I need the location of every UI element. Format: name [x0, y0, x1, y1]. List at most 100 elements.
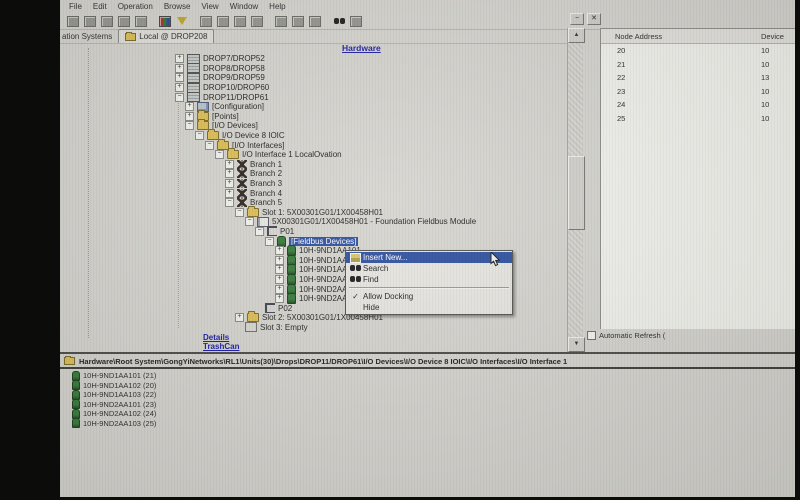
tree-row[interactable]: −DROP11/DROP61	[60, 92, 565, 102]
expand-toggle-icon[interactable]: −	[235, 208, 244, 217]
trashcan-link[interactable]: TrashCan	[60, 342, 565, 352]
bottom-device-item[interactable]: 10H-9ND2AA102 (24)	[72, 409, 156, 419]
expand-toggle-icon[interactable]: +	[175, 54, 184, 63]
expand-toggle-icon[interactable]: −	[185, 121, 194, 130]
context-menu-item-hide[interactable]: Hide	[346, 302, 512, 313]
auto-refresh-checkbox[interactable]	[587, 331, 596, 340]
tree-row[interactable]: −P01	[60, 227, 565, 237]
tree-row[interactable]: −[I/O Interfaces]	[60, 140, 565, 150]
node-table-row[interactable]: 2213	[601, 71, 795, 85]
clipboard-button[interactable]	[233, 15, 247, 28]
tree-row[interactable]: −Branch 5	[60, 198, 565, 208]
expand-toggle-icon[interactable]: −	[215, 150, 224, 159]
tree-row[interactable]: +Branch 3	[60, 179, 565, 189]
menu-help[interactable]: Help	[269, 2, 285, 11]
context-menu-item-search[interactable]: Search	[346, 263, 512, 274]
bottom-device-item[interactable]: 10H-9ND1AA101 (21)	[72, 371, 156, 381]
paste-button[interactable]	[134, 15, 148, 28]
tree-row[interactable]: +DROP8/DROP58	[60, 64, 565, 74]
pin-button[interactable]	[349, 15, 363, 28]
tree-row[interactable]: +Branch 4	[60, 188, 565, 198]
col-node-address[interactable]: Node Address	[601, 32, 761, 41]
expand-toggle-icon[interactable]: +	[175, 64, 184, 73]
expand-toggle-icon[interactable]: +	[225, 189, 234, 198]
node-table-row[interactable]: 2010	[601, 44, 795, 58]
expand-toggle-icon[interactable]: −	[245, 217, 254, 226]
tree-row[interactable]: +[Points]	[60, 112, 565, 122]
tree-row[interactable]: −I/O Device 8 IOIC	[60, 131, 565, 141]
bottom-device-item[interactable]: 10H-9ND1AA102 (20)	[72, 381, 156, 391]
expand-toggle-icon[interactable]: −	[195, 131, 204, 140]
tree-row[interactable]: +Branch 1	[60, 160, 565, 170]
tree-row[interactable]: −I/O Interface 1 LocalOvation	[60, 150, 565, 160]
col-device[interactable]: Device	[761, 32, 784, 41]
expand-toggle-icon[interactable]: −	[175, 93, 184, 102]
close-button[interactable]: ✕	[587, 13, 601, 25]
binoculars-button[interactable]	[332, 15, 346, 28]
expand-toggle-icon[interactable]: +	[185, 102, 194, 111]
expand-toggle-icon[interactable]: +	[275, 294, 284, 303]
print-button[interactable]	[66, 15, 80, 28]
expand-toggle-icon[interactable]: +	[175, 73, 184, 82]
scrollbar-thumb[interactable]	[568, 156, 585, 230]
tree-scrollbar[interactable]: ▲ ▼	[567, 28, 583, 352]
expand-toggle-icon[interactable]: +	[275, 265, 284, 274]
tree-row[interactable]: −[I/O Devices]	[60, 121, 565, 131]
expand-toggle-icon[interactable]: +	[225, 169, 234, 178]
tree-row[interactable]: Slot 3: Empty	[60, 323, 565, 333]
expand-toggle-icon[interactable]: +	[275, 275, 284, 284]
expand-toggle-icon[interactable]: +	[175, 83, 184, 92]
menu-browse[interactable]: Browse	[164, 2, 191, 11]
camera-button[interactable]	[250, 15, 264, 28]
tree-row[interactable]: +Branch 2	[60, 169, 565, 179]
expand-toggle-icon[interactable]: +	[275, 256, 284, 265]
node-table-row[interactable]: 2510	[601, 112, 795, 126]
expand-toggle-icon[interactable]: +	[185, 112, 194, 121]
tree-row[interactable]: −5X00301G01/1X00458H01 - Foundation Fiel…	[60, 217, 565, 227]
menu-edit[interactable]: Edit	[93, 2, 107, 11]
expand-toggle-icon[interactable]: +	[275, 246, 284, 255]
cut-button[interactable]	[100, 15, 114, 28]
scroll-down-icon[interactable]: ▼	[568, 337, 585, 352]
expand-toggle-icon[interactable]: −	[205, 141, 214, 150]
scroll-up-icon[interactable]: ▲	[568, 28, 585, 43]
bottom-device-item[interactable]: 10H-9ND1AA103 (22)	[72, 390, 156, 400]
filter-button[interactable]	[175, 15, 189, 28]
node-table-row[interactable]: 2110	[601, 58, 795, 72]
expand-toggle-icon[interactable]: +	[225, 160, 234, 169]
expand-toggle-icon[interactable]: −	[265, 237, 274, 246]
colors-button[interactable]	[158, 15, 172, 28]
expand-toggle-icon[interactable]: +	[235, 313, 244, 322]
context-menu-item-find[interactable]: Find	[346, 274, 512, 285]
menu-view[interactable]: View	[202, 2, 219, 11]
expand-toggle-icon[interactable]: −	[225, 198, 234, 207]
tree-row[interactable]: +DROP10/DROP60	[60, 83, 565, 93]
tree-row[interactable]: +DROP9/DROP59	[60, 73, 565, 83]
import-button[interactable]	[216, 15, 230, 28]
expand-toggle-icon[interactable]: +	[275, 285, 284, 294]
menu-window[interactable]: Window	[230, 2, 258, 11]
context-menu-item-allow-docking[interactable]: ✓Allow Docking	[346, 291, 512, 302]
undo-button[interactable]	[83, 15, 97, 28]
copy-button[interactable]	[117, 15, 131, 28]
bottom-panel-header[interactable]: Hardware\Root System\GongYiNetworks\RL1\…	[60, 355, 795, 369]
minimize-button[interactable]: −	[570, 13, 584, 25]
node-table-row[interactable]: 2410	[601, 98, 795, 112]
context-menu-item-insert-new---[interactable]: Insert New...	[346, 252, 512, 263]
open-button[interactable]	[199, 15, 213, 28]
systems-tab-partial[interactable]: ation Systems	[62, 32, 112, 41]
expand-toggle-icon[interactable]: −	[255, 227, 264, 236]
menu-operation[interactable]: Operation	[118, 2, 153, 11]
search-doc-button[interactable]	[274, 15, 288, 28]
bottom-device-item[interactable]: 10H-9ND2AA101 (23)	[72, 400, 156, 410]
expand-toggle-icon[interactable]: +	[225, 179, 234, 188]
tab-local-drop[interactable]: Local @ DROP208	[118, 29, 214, 43]
menu-file[interactable]: File	[69, 2, 82, 11]
tree-row[interactable]: −Slot 1: 5X00301G01/1X00458H01	[60, 208, 565, 218]
node-table-row[interactable]: 2310	[601, 85, 795, 99]
tree-row[interactable]: +DROP7/DROP52	[60, 54, 565, 64]
tree-row[interactable]: +[Configuration]	[60, 102, 565, 112]
delete-button[interactable]	[291, 15, 305, 28]
bottom-device-item[interactable]: 10H-9ND2AA103 (25)	[72, 419, 156, 429]
details-link[interactable]: Details	[60, 332, 565, 342]
